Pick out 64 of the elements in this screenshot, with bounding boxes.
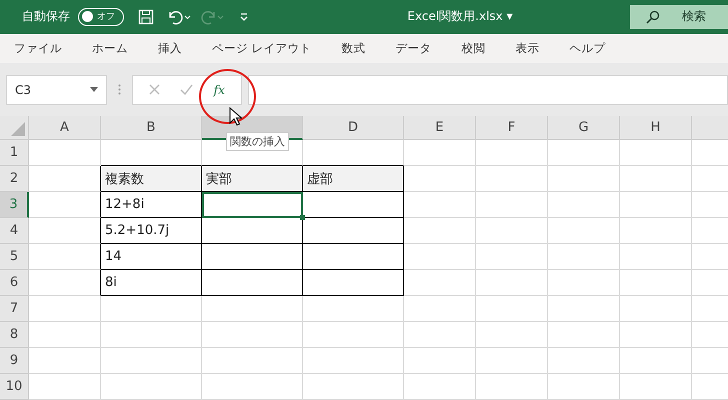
row-header[interactable]: 1 bbox=[0, 140, 29, 166]
name-box[interactable]: C3 bbox=[6, 74, 107, 105]
grid-cell[interactable] bbox=[29, 270, 101, 296]
redo-icon[interactable] bbox=[200, 8, 226, 25]
select-all-corner[interactable] bbox=[0, 116, 29, 140]
cancel-icon[interactable] bbox=[149, 84, 160, 96]
row-header[interactable]: 10 bbox=[0, 374, 29, 400]
column-header[interactable]: D bbox=[303, 116, 404, 140]
menu-tab[interactable]: 数式 bbox=[342, 41, 366, 56]
active-cell[interactable] bbox=[202, 192, 303, 218]
triangle-icon bbox=[11, 122, 25, 136]
save-icon[interactable] bbox=[138, 8, 154, 25]
search-icon bbox=[646, 10, 660, 24]
check-icon[interactable] bbox=[180, 84, 194, 96]
tooltip: 関数の挿入 bbox=[226, 132, 289, 151]
menu-tab[interactable]: ページ レイアウト bbox=[212, 41, 312, 56]
row-header[interactable]: 7 bbox=[0, 296, 29, 322]
row-header[interactable]: 4 bbox=[0, 218, 29, 244]
row-header[interactable]: 8 bbox=[0, 322, 29, 348]
menu-tab[interactable]: ホーム bbox=[92, 41, 128, 56]
table-cell[interactable]: 8i bbox=[101, 270, 202, 296]
menu-tab[interactable]: 表示 bbox=[516, 41, 540, 56]
table-header-cell[interactable]: 虚部 bbox=[303, 166, 404, 192]
autosave-toggle[interactable]: オフ bbox=[78, 8, 124, 26]
table-cell[interactable] bbox=[202, 244, 303, 270]
table-cell[interactable]: 12+8i bbox=[101, 192, 202, 218]
insert-function-button[interactable]: fx bbox=[214, 82, 225, 97]
column-header[interactable]: G bbox=[548, 116, 620, 140]
column-header[interactable]: A bbox=[29, 116, 101, 140]
row-header[interactable]: 2 bbox=[0, 166, 29, 192]
table-cell[interactable] bbox=[303, 270, 404, 296]
search-field[interactable]: 検索 bbox=[630, 4, 728, 29]
table-cell[interactable] bbox=[303, 244, 404, 270]
table-header-cell[interactable]: 複素数 bbox=[101, 166, 202, 192]
menu-tab[interactable]: データ bbox=[396, 41, 432, 56]
table-cell[interactable] bbox=[202, 270, 303, 296]
table-cell[interactable]: 14 bbox=[101, 244, 202, 270]
column-header[interactable]: H bbox=[620, 116, 692, 140]
row-header[interactable]: 6 bbox=[0, 270, 29, 296]
row-header[interactable]: 5 bbox=[0, 244, 29, 270]
customize-icon[interactable] bbox=[238, 10, 250, 23]
table-cell[interactable] bbox=[303, 192, 404, 218]
file-title[interactable]: Excel関数用.xlsx ▾ bbox=[258, 8, 622, 26]
cursor-icon bbox=[229, 107, 242, 126]
caret-icon bbox=[90, 87, 98, 92]
grid-cell[interactable] bbox=[29, 192, 101, 218]
menu-tab[interactable]: 挿入 bbox=[158, 41, 182, 56]
table-header-cell[interactable]: 実部 bbox=[202, 166, 303, 192]
menu-tab[interactable]: 校閲 bbox=[462, 41, 486, 56]
column-header[interactable]: B bbox=[101, 116, 202, 140]
table-cell[interactable] bbox=[202, 218, 303, 244]
formula-input[interactable] bbox=[248, 74, 728, 105]
autosave-label: 自動保存 bbox=[22, 8, 70, 26]
grip-icon bbox=[118, 84, 121, 96]
table-cell[interactable]: 5.2+10.7j bbox=[101, 218, 202, 244]
column-header[interactable]: E bbox=[404, 116, 476, 140]
row-header[interactable]: 9 bbox=[0, 348, 29, 374]
table-cell[interactable] bbox=[303, 218, 404, 244]
menu-tab[interactable]: ヘルプ bbox=[570, 41, 606, 56]
grid-cell[interactable] bbox=[29, 218, 101, 244]
menu-tab[interactable]: ファイル bbox=[14, 41, 62, 56]
grid-cell[interactable] bbox=[29, 244, 101, 270]
column-header[interactable]: F bbox=[476, 116, 548, 140]
row-header[interactable]: 3 bbox=[0, 192, 29, 218]
